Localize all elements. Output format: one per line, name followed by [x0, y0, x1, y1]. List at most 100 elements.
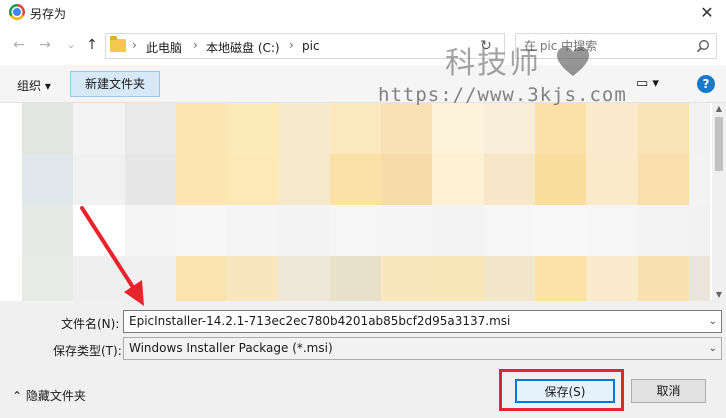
- scroll-down-arrow[interactable]: ▼: [712, 289, 726, 301]
- forward-button[interactable]: →: [36, 36, 54, 54]
- chrome-icon: [9, 4, 25, 20]
- breadcrumb-separator: ›: [132, 38, 137, 52]
- file-thumbnail[interactable]: [73, 103, 125, 154]
- up-button[interactable]: ↑: [83, 36, 101, 54]
- search-icon: [696, 40, 709, 53]
- file-thumbnail[interactable]: [586, 205, 638, 256]
- file-thumbnail[interactable]: [329, 154, 382, 205]
- title-bar: 另存为 ✕: [0, 0, 726, 27]
- file-list-area[interactable]: ▲ ▼: [0, 103, 726, 301]
- file-thumbnail[interactable]: [432, 154, 484, 205]
- file-thumbnail[interactable]: [124, 103, 176, 154]
- file-thumbnail[interactable]: [73, 205, 125, 256]
- watermark-text: 科技师: [445, 46, 541, 81]
- address-row: ← → ⌄ ↑ › 此电脑 › 本地磁盘 (C:) › pic ↻: [0, 27, 726, 65]
- heart-icon: [557, 47, 589, 76]
- file-thumbnail[interactable]: [432, 256, 484, 301]
- scrollbar-thumb[interactable]: [715, 117, 723, 171]
- save-options-panel: 文件名(N): EpicInstaller-14.2.1-713ec2ec780…: [0, 301, 726, 418]
- file-thumbnail[interactable]: [227, 154, 279, 205]
- file-thumbnail[interactable]: [381, 154, 433, 205]
- file-thumbnail[interactable]: [688, 103, 710, 154]
- file-thumbnail[interactable]: [381, 205, 433, 256]
- file-thumbnail[interactable]: [483, 256, 535, 301]
- recent-locations-button[interactable]: ⌄: [62, 36, 80, 54]
- folder-icon: [110, 36, 126, 52]
- back-button[interactable]: ←: [10, 36, 28, 54]
- file-thumbnail[interactable]: [534, 256, 587, 301]
- breadcrumb-pic[interactable]: pic: [302, 39, 320, 53]
- file-thumbnail[interactable]: [381, 256, 433, 301]
- file-thumbnail[interactable]: [175, 205, 228, 256]
- file-thumbnail[interactable]: [586, 103, 638, 154]
- file-thumbnail[interactable]: [278, 154, 330, 205]
- file-thumbnail[interactable]: [586, 154, 638, 205]
- filetype-value: Windows Installer Package (*.msi): [129, 341, 333, 355]
- file-thumbnail[interactable]: [124, 154, 176, 205]
- close-button[interactable]: ✕: [696, 2, 718, 24]
- breadcrumb-local-disk[interactable]: 本地磁盘 (C:): [206, 39, 280, 56]
- filename-label: 文件名(N):: [61, 317, 120, 331]
- change-view-button[interactable]: ▭ ▾: [636, 76, 659, 91]
- filename-field[interactable]: EpicInstaller-14.2.1-713ec2ec780b4201ab8…: [123, 310, 722, 333]
- file-thumbnail[interactable]: [278, 256, 330, 301]
- file-thumbnail[interactable]: [483, 103, 535, 154]
- file-thumbnail[interactable]: [637, 154, 689, 205]
- chevron-down-icon[interactable]: ⌄: [709, 311, 717, 332]
- file-thumbnail[interactable]: [22, 154, 74, 205]
- save-button[interactable]: 保存(S): [515, 379, 615, 403]
- file-thumbnail[interactable]: [483, 154, 535, 205]
- file-thumbnail[interactable]: [534, 103, 587, 154]
- search-input[interactable]: [524, 38, 694, 54]
- file-thumbnail[interactable]: [688, 256, 710, 301]
- new-folder-button[interactable]: 新建文件夹: [70, 71, 160, 97]
- blurred-file-thumbnails: [22, 103, 710, 301]
- breadcrumb-this-pc[interactable]: 此电脑: [146, 39, 182, 56]
- file-thumbnail[interactable]: [22, 256, 74, 301]
- file-thumbnail[interactable]: [586, 256, 638, 301]
- filetype-label: 保存类型(T):: [53, 344, 122, 358]
- file-thumbnail[interactable]: [534, 205, 587, 256]
- file-thumbnail[interactable]: [175, 103, 228, 154]
- file-thumbnail[interactable]: [73, 256, 125, 301]
- file-thumbnail[interactable]: [22, 205, 74, 256]
- file-thumbnail[interactable]: [175, 154, 228, 205]
- file-thumbnail[interactable]: [124, 256, 176, 301]
- breadcrumb-separator: ›: [193, 38, 198, 52]
- file-thumbnail[interactable]: [227, 103, 279, 154]
- file-thumbnail[interactable]: [175, 256, 228, 301]
- file-thumbnail[interactable]: [483, 205, 535, 256]
- file-thumbnail[interactable]: [381, 103, 433, 154]
- watermark-url: https://www.3kjs.com: [378, 84, 627, 106]
- vertical-scrollbar[interactable]: ▲ ▼: [712, 103, 726, 301]
- file-thumbnail[interactable]: [227, 205, 279, 256]
- cancel-button[interactable]: 取消: [631, 379, 706, 403]
- breadcrumb-separator: ›: [289, 38, 294, 52]
- file-thumbnail[interactable]: [329, 103, 382, 154]
- file-thumbnail[interactable]: [688, 154, 710, 205]
- scroll-up-arrow[interactable]: ▲: [712, 103, 726, 115]
- file-thumbnail[interactable]: [329, 205, 382, 256]
- hide-folders-toggle[interactable]: ⌃ 隐藏文件夹: [12, 387, 86, 404]
- search-box[interactable]: [515, 33, 717, 59]
- file-thumbnail[interactable]: [329, 256, 382, 301]
- file-thumbnail[interactable]: [637, 205, 689, 256]
- window-title: 另存为: [30, 7, 67, 21]
- file-thumbnail[interactable]: [637, 256, 689, 301]
- organize-menu[interactable]: 组织 ▾: [17, 77, 51, 94]
- file-thumbnail[interactable]: [432, 103, 484, 154]
- file-thumbnail[interactable]: [278, 103, 330, 154]
- filename-value[interactable]: EpicInstaller-14.2.1-713ec2ec780b4201ab8…: [129, 314, 510, 328]
- file-thumbnail[interactable]: [534, 154, 587, 205]
- file-thumbnail[interactable]: [124, 205, 176, 256]
- file-thumbnail[interactable]: [432, 205, 484, 256]
- file-thumbnail[interactable]: [637, 103, 689, 154]
- file-thumbnail[interactable]: [227, 256, 279, 301]
- chevron-down-icon[interactable]: ⌄: [709, 338, 717, 359]
- file-thumbnail[interactable]: [278, 205, 330, 256]
- file-thumbnail[interactable]: [688, 205, 710, 256]
- file-thumbnail[interactable]: [73, 154, 125, 205]
- file-thumbnail[interactable]: [22, 103, 74, 154]
- filetype-select[interactable]: Windows Installer Package (*.msi) ⌄: [123, 337, 722, 360]
- help-icon[interactable]: ?: [697, 75, 715, 93]
